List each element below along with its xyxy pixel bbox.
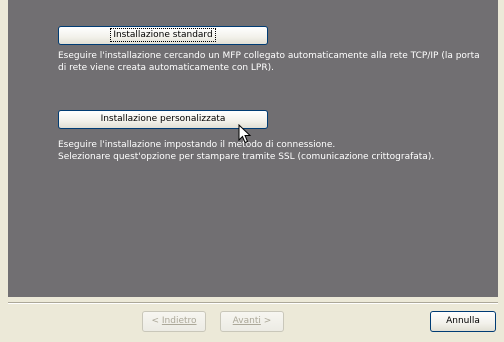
- standard-description-line: Eseguire l'installazione cercando un MFP…: [58, 51, 480, 61]
- custom-install-label: Installazione personalizzata: [100, 114, 226, 124]
- cancel-button[interactable]: Annulla: [430, 311, 496, 332]
- back-arrow: <: [151, 316, 159, 326]
- next-arrow: >: [263, 316, 272, 326]
- standard-install-button[interactable]: Installazione standard: [58, 26, 268, 45]
- custom-description-line: Eseguire l'installazione impostando il m…: [58, 140, 336, 150]
- cancel-button-label: Annulla: [446, 316, 480, 326]
- back-button[interactable]: < Indietro: [142, 311, 206, 332]
- footer-divider: [8, 302, 498, 304]
- mouse-pointer-icon: [238, 124, 252, 144]
- standard-description-line: di rete viene creata automaticamente con…: [58, 63, 274, 73]
- custom-install-button[interactable]: Installazione personalizzata: [58, 110, 268, 129]
- standard-install-label: Installazione standard: [110, 28, 216, 42]
- standard-install-description: Eseguire l'installazione cercando un MFP…: [58, 50, 488, 74]
- custom-install-description: Eseguire l'installazione impostando il m…: [58, 139, 488, 163]
- next-button[interactable]: Avanti >: [220, 311, 284, 332]
- back-button-label: Indietro: [161, 316, 197, 326]
- custom-description-line: Selezionare quest'opzione per stampare t…: [58, 152, 435, 162]
- next-button-label: Avanti: [232, 316, 261, 326]
- wizard-footer: < Indietro Avanti > Annulla: [8, 305, 498, 339]
